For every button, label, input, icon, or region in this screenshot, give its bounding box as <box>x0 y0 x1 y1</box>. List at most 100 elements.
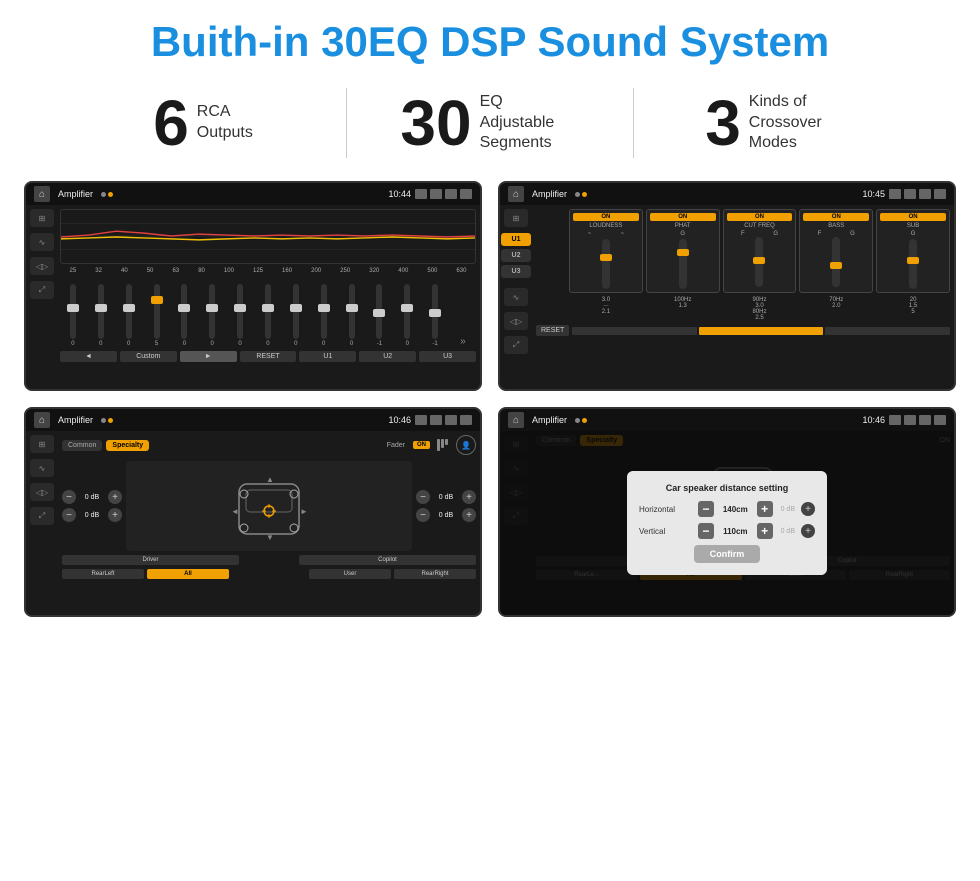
eq-slider-0[interactable]: 0 <box>60 284 86 347</box>
db-plus-tl[interactable]: + <box>108 490 122 504</box>
eq-reset-button[interactable]: RESET <box>240 351 297 362</box>
db-minus-tr[interactable]: − <box>416 490 430 504</box>
fader-tab-common[interactable]: Common <box>62 440 102 451</box>
loudness-slider[interactable] <box>602 239 610 289</box>
eq-speaker-icon[interactable]: ◁▷ <box>30 257 54 275</box>
db-right-plus[interactable]: + <box>801 502 815 516</box>
cutfreq-on-badge[interactable]: ON <box>727 213 793 221</box>
eq-slider-10[interactable]: 0 <box>339 284 365 347</box>
fader-driver-btn[interactable]: Driver <box>62 555 239 565</box>
status-bar-eq: Amplifier 10:44 <box>26 183 480 205</box>
home-icon-fader[interactable] <box>34 412 50 428</box>
eq-expand-icon[interactable]: ⤢ <box>30 281 54 299</box>
eq-preset-custom[interactable]: Custom <box>120 351 177 362</box>
db-right-plus2[interactable]: + <box>801 524 815 538</box>
vertical-plus-button[interactable]: + <box>757 523 773 539</box>
db-minus-br[interactable]: − <box>416 508 430 522</box>
xdot2 <box>582 192 587 197</box>
xover-u3-btn[interactable]: U3 <box>501 265 531 278</box>
db-plus-tr[interactable]: + <box>462 490 476 504</box>
fader-wave-icon[interactable]: ∿ <box>30 459 54 477</box>
horizontal-plus-button[interactable]: + <box>757 501 773 517</box>
xover-u1-btn[interactable]: U1 <box>501 233 531 246</box>
phat-slider[interactable] <box>679 239 687 289</box>
eq-slider-11[interactable]: -1 <box>366 284 392 347</box>
eq-slider-13[interactable]: -1 <box>422 284 448 347</box>
cutfreq-slider[interactable] <box>755 237 763 287</box>
db-value-br: 0 dB <box>432 512 460 519</box>
stat-eq: 30 EQ AdjustableSegments <box>347 91 633 155</box>
fdot1 <box>101 418 106 423</box>
eq-slider-6[interactable]: 0 <box>227 284 253 347</box>
fader-speaker-icon[interactable]: ◁▷ <box>30 483 54 501</box>
fader-rearleft-btn[interactable]: RearLeft <box>62 569 144 579</box>
xover-filter-icon[interactable]: ⊞ <box>504 209 528 227</box>
eq-play-button[interactable]: ► <box>180 351 237 362</box>
stat-crossover-text: Kinds ofCrossover Modes <box>749 92 849 154</box>
eq-curve-svg <box>61 210 475 263</box>
xdot1 <box>575 192 580 197</box>
status-icons-eq <box>415 189 472 199</box>
home-icon-xover[interactable] <box>508 186 524 202</box>
eq-slider-4[interactable]: 0 <box>171 284 197 347</box>
eq-filter-icon[interactable]: ⊞ <box>30 209 54 227</box>
confirm-button[interactable]: Confirm <box>694 545 761 563</box>
eq-wave-icon[interactable]: ∿ <box>30 233 54 251</box>
eq-slider-9[interactable]: 0 <box>311 284 337 347</box>
fader-rearright-btn[interactable]: RearRight <box>394 569 476 579</box>
stat-crossover-number: 3 <box>705 91 741 155</box>
fader-tab-specialty[interactable]: Specialty <box>106 440 149 451</box>
xover-wave-icon[interactable]: ∿ <box>504 288 528 306</box>
eq-bottom-row: ◄ Custom ► RESET U1 U2 U3 <box>60 351 476 362</box>
home-icon-eq[interactable] <box>34 186 50 202</box>
eq-u2-button[interactable]: U2 <box>359 351 416 362</box>
xover-reset-button[interactable]: RESET <box>536 325 569 336</box>
xover-u2-btn[interactable]: U2 <box>501 249 531 262</box>
home-icon-dist[interactable] <box>508 412 524 428</box>
eq-u3-button[interactable]: U3 <box>419 351 476 362</box>
db-plus-bl[interactable]: + <box>108 508 122 522</box>
eq-u1-button[interactable]: U1 <box>299 351 356 362</box>
fader-top-row: Common Specialty Fader ON 👤 <box>62 435 476 455</box>
loudness-on-badge[interactable]: ON <box>573 213 639 221</box>
xover-values-row: 3.0 — 2.1 100Hz 1.3 90Hz 3.0 80Hz 2.5 <box>536 297 950 321</box>
bass-on-badge[interactable]: ON <box>803 213 869 221</box>
eq-slider-8[interactable]: 0 <box>283 284 309 347</box>
car-diagram: ▲ ▼ ◄ ► <box>126 461 412 551</box>
fader-all-btn[interactable]: All <box>147 569 229 579</box>
eq-slider-2[interactable]: 0 <box>116 284 142 347</box>
eq-slider-5[interactable]: 0 <box>199 284 225 347</box>
fader-copilot-btn[interactable]: Copilot <box>299 555 476 565</box>
sub-on-badge[interactable]: ON <box>880 213 946 221</box>
screen-distance: Amplifier 10:46 ⊞ ∿ ◁▷ ⤢ <box>498 407 956 617</box>
stat-crossover: 3 Kinds ofCrossover Modes <box>634 91 920 155</box>
fader-level-bars <box>437 439 448 451</box>
db-minus-bl[interactable]: − <box>62 508 76 522</box>
xover-ch-bass: ON BASS FG <box>799 209 873 293</box>
eq-prev-button[interactable]: ◄ <box>60 351 117 362</box>
phat-on-badge[interactable]: ON <box>650 213 716 221</box>
distance-dialog: Car speaker distance setting Horizontal … <box>627 471 827 575</box>
bass-slider[interactable] <box>832 237 840 287</box>
fader-profile-icon[interactable]: 👤 <box>456 435 476 455</box>
eq-slider-1[interactable]: 0 <box>88 284 114 347</box>
xover-expand-icon[interactable]: ⤢ <box>504 336 528 354</box>
xover-channels-row: ON LOUDNESS ~~ ON PHAT G <box>536 209 950 293</box>
eq-slider-12[interactable]: 0 <box>394 284 420 347</box>
fader-user-btn[interactable]: User <box>309 569 391 579</box>
sub-slider[interactable] <box>909 239 917 289</box>
cutfreq-label: CUT FREQ <box>727 223 793 229</box>
fader-on-toggle[interactable]: ON <box>413 441 430 449</box>
status-icons-fader <box>415 415 472 425</box>
db-plus-br[interactable]: + <box>462 508 476 522</box>
vertical-minus-button[interactable]: − <box>698 523 714 539</box>
db-minus-tl[interactable]: − <box>62 490 76 504</box>
dist-back-icon <box>934 415 946 425</box>
xover-speaker-icon[interactable]: ◁▷ <box>504 312 528 330</box>
eq-slider-3[interactable]: 5 <box>144 284 170 347</box>
horizontal-minus-button[interactable]: − <box>698 501 714 517</box>
eq-slider-7[interactable]: 0 <box>255 284 281 347</box>
fader-expand-icon[interactable]: ⤢ <box>30 507 54 525</box>
fader-filter-icon[interactable]: ⊞ <box>30 435 54 453</box>
stat-eq-number: 30 <box>400 91 471 155</box>
